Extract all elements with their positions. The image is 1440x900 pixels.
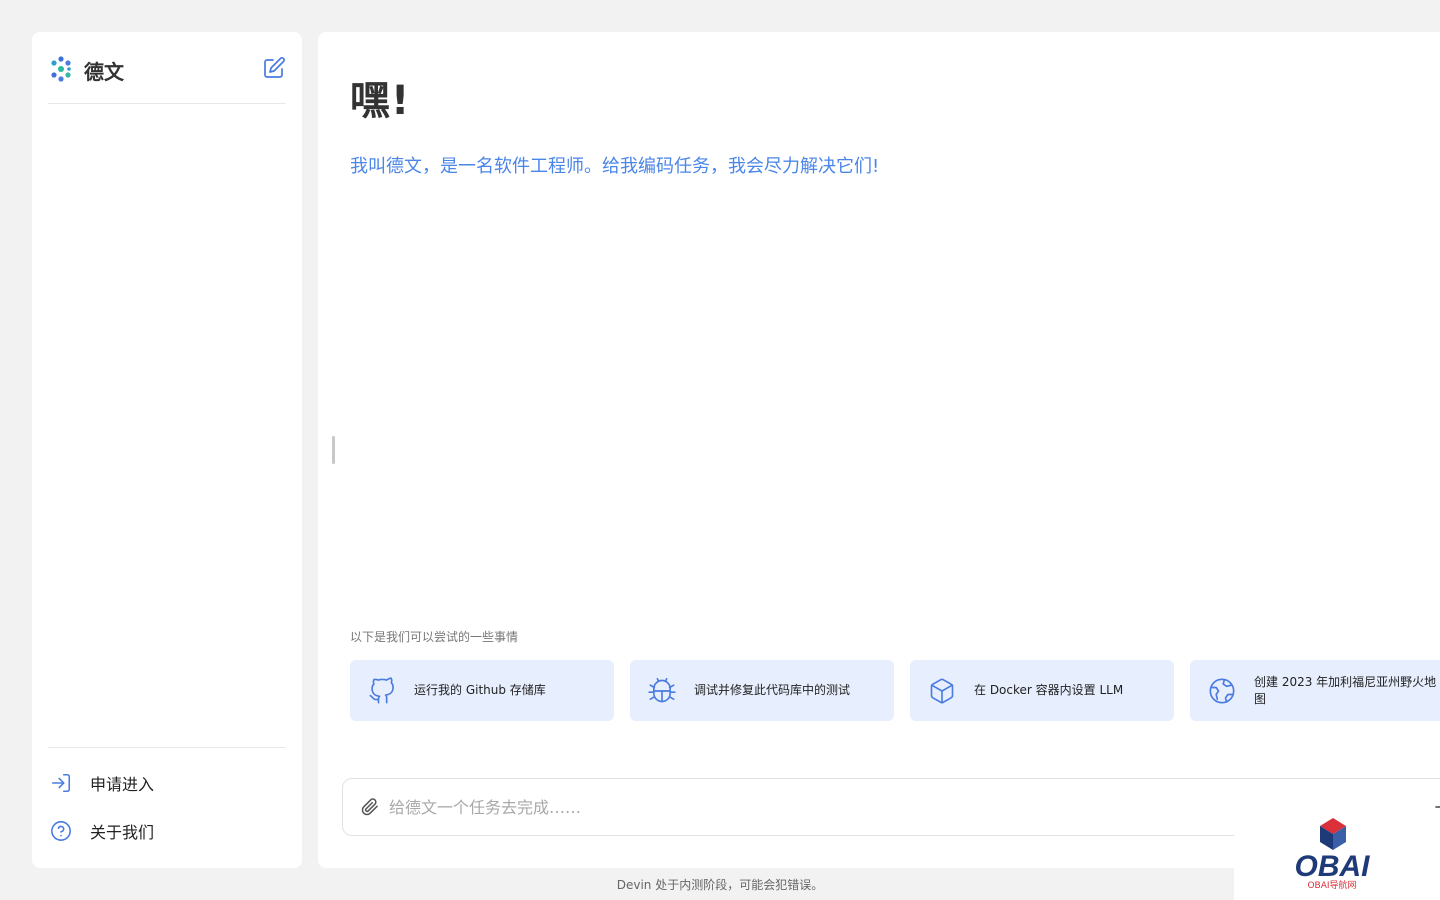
intro-text: 我叫德文，是一名软件工程师。给我编码任务，我会尽力解决它们! (350, 156, 880, 177)
suggestion-label: 创建 2023 年加利福尼亚州野火地图 (1254, 674, 1437, 706)
devin-logo-icon (51, 56, 71, 82)
greeting-title: 嘿! (350, 78, 411, 124)
sidebar: 德文 申请进入 关于我们 (32, 32, 302, 868)
suggestions-heading: 以下是我们可以尝试的一些事情 (350, 630, 519, 644)
github-icon (369, 676, 394, 703)
main-panel: 嘿! 我叫德文，是一名软件工程师。给我编码任务，我会尽力解决它们! 以下是我们可… (318, 32, 1440, 868)
sidebar-footer: 申请进入 关于我们 (48, 747, 286, 842)
suggestion-card-github[interactable]: 运行我的 Github 存储库 (350, 660, 614, 721)
disclaimer-text: Devin 处于内测阶段，可能会犯错误。 (616, 878, 824, 892)
suggestion-card-debug[interactable]: 调试并修复此代码库中的测试 (630, 660, 894, 721)
resize-handle[interactable] (332, 436, 335, 464)
suggestion-card-wildfire-map[interactable]: 创建 2023 年加利福尼亚州野火地图 (1190, 660, 1440, 721)
svg-text:OBAI导航网: OBAI导航网 (1307, 879, 1356, 891)
svg-text:OBAI: OBAI (1295, 850, 1371, 883)
sign-in-icon (51, 773, 71, 793)
sidebar-header: 德文 (48, 52, 286, 104)
brand-name: 德文 (84, 60, 124, 84)
edit-icon[interactable] (262, 56, 286, 80)
watermark-graphic: OBAI OBAI导航网 (1295, 818, 1371, 891)
watermark-logo: OBAI OBAI导航网 (1234, 808, 1440, 900)
task-input[interactable] (389, 791, 1229, 823)
sidebar-item-about[interactable]: 关于我们 (48, 815, 154, 847)
suggestion-label: 在 Docker 容器内设置 LLM (974, 683, 1124, 697)
help-circle-icon (51, 821, 71, 841)
box-icon (930, 678, 954, 703)
globe-icon (1209, 678, 1235, 703)
suggestion-label: 运行我的 Github 存储库 (414, 683, 546, 697)
sidebar-item-sign-in[interactable]: 申请进入 (48, 767, 154, 799)
suggestion-label: 调试并修复此代码库中的测试 (694, 683, 851, 697)
paperclip-icon[interactable] (361, 798, 379, 816)
suggestion-cards: 运行我的 Github 存储库 调试并修复此代码库中的测试 在 Docker 容… (350, 660, 1440, 721)
sidebar-item-label: 申请进入 (90, 775, 155, 794)
bug-icon (648, 677, 676, 702)
sidebar-item-label: 关于我们 (90, 823, 155, 842)
suggestion-card-docker[interactable]: 在 Docker 容器内设置 LLM (910, 660, 1174, 721)
